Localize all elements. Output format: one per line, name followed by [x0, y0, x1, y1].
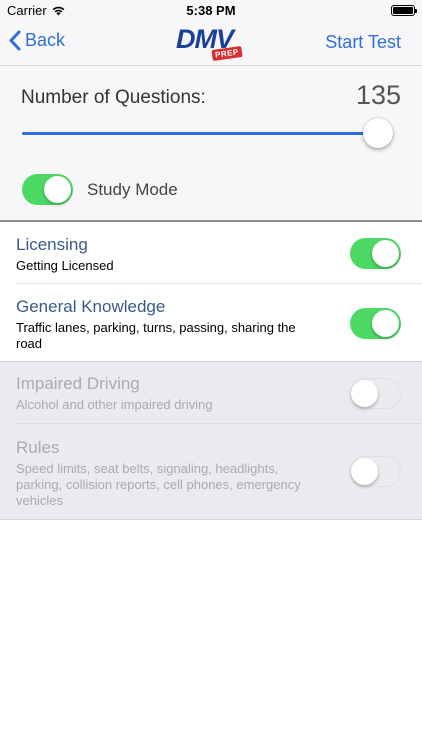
back-button[interactable]: Back [8, 30, 65, 51]
dmv-prep-logo: DMV PREP [174, 22, 248, 66]
study-mode-label: Study Mode [87, 179, 178, 199]
category-list: Licensing Getting Licensed General Knowl… [0, 222, 422, 520]
questions-slider[interactable] [22, 114, 393, 154]
category-toggle-impaired-driving[interactable] [350, 378, 401, 409]
questions-value: 135 [355, 80, 401, 110]
navigation-bar: Back DMV PREP Start Test [0, 22, 422, 66]
category-description: Speed limits, seat belts, signaling, hea… [16, 461, 301, 508]
category-description: Alcohol and other impaired driving [16, 397, 213, 412]
category-title: Licensing [16, 235, 88, 254]
category-row-general-knowledge: General Knowledge Traffic lanes, parking… [0, 284, 422, 362]
toggle-knob [351, 379, 378, 407]
category-description: Traffic lanes, parking, turns, passing, … [16, 320, 296, 351]
back-label: Back [25, 30, 66, 50]
category-row-rules: Rules Speed limits, seat belts, signalin… [0, 424, 422, 520]
category-title: Impaired Driving [16, 374, 140, 393]
settings-panel: Number of Questions: 135 Study Mode [0, 66, 422, 222]
battery-icon [391, 5, 417, 16]
slider-track [22, 132, 378, 135]
category-title: General Knowledge [16, 297, 166, 316]
toggle-knob [372, 240, 399, 267]
chevron-left-icon [9, 30, 21, 51]
study-mode-row: Study Mode [22, 174, 178, 205]
category-toggle-licensing[interactable] [350, 238, 401, 269]
row-divider [0, 519, 422, 520]
clock: 5:38 PM [186, 3, 236, 18]
questions-label: Number of Questions: [21, 87, 206, 108]
category-row-impaired-driving: Impaired Driving Alcohol and other impai… [0, 362, 422, 424]
category-description: Getting Licensed [16, 258, 114, 273]
toggle-knob [44, 176, 71, 203]
category-toggle-rules[interactable] [350, 456, 401, 487]
study-mode-toggle[interactable] [22, 174, 73, 205]
status-bar: Carrier 5:38 PM [0, 0, 422, 22]
toggle-knob [351, 457, 378, 485]
category-toggle-general-knowledge[interactable] [350, 308, 401, 339]
start-test-button[interactable]: Start Test [325, 32, 401, 53]
toggle-knob [372, 310, 399, 337]
slider-thumb[interactable] [363, 118, 393, 148]
category-row-licensing: Licensing Getting Licensed [0, 222, 422, 284]
category-title: Rules [16, 438, 60, 457]
